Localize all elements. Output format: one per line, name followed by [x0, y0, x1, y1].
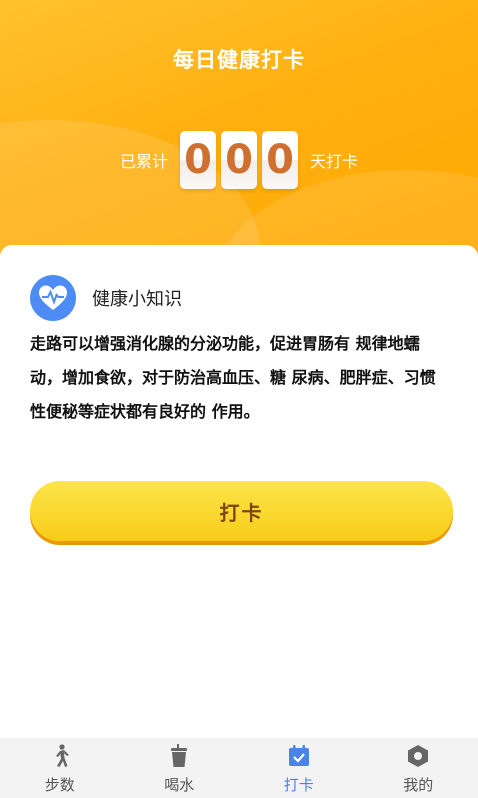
tip-title: 健康小知识 — [92, 289, 182, 310]
cup-icon — [167, 744, 191, 768]
walking-icon — [48, 744, 72, 768]
user-hexagon-icon — [406, 744, 430, 768]
tip-text: 走路可以增强消化腺的分泌功能，促进胃肠有 规律地蠕动，增加食欲，对于防治高血压、… — [30, 334, 436, 421]
tab-steps[interactable]: 步数 — [0, 738, 120, 798]
counter-prefix: 已累计 — [119, 152, 168, 171]
heart-pulse-icon — [30, 275, 76, 321]
counter-digit: 0 — [262, 131, 298, 189]
tab-mine[interactable]: 我的 — [359, 738, 478, 798]
page-title: 每日健康打卡 — [173, 48, 305, 72]
counter-suffix: 天打卡 — [310, 152, 359, 171]
checkin-button[interactable]: 打卡 — [30, 481, 453, 541]
tab-checkin[interactable]: 打卡 — [239, 738, 359, 798]
tab-water[interactable]: 喝水 — [120, 738, 240, 798]
counter-digits: 0 0 0 — [180, 131, 298, 189]
tab-label: 我的 — [403, 776, 434, 794]
counter-digit: 0 — [221, 131, 257, 189]
tip-header: 健康小知识 — [30, 275, 182, 321]
bottom-tab-bar: 步数 喝水 打卡 我的 — [0, 738, 478, 798]
header-banner: 每日健康打卡 已累计 0 0 0 天打卡 — [0, 0, 478, 270]
checkin-counter: 已累计 0 0 0 天打卡 — [0, 130, 478, 190]
tab-label: 喝水 — [164, 776, 195, 794]
calendar-check-icon — [287, 744, 311, 768]
tab-label: 步数 — [44, 776, 75, 794]
tab-label: 打卡 — [283, 776, 314, 794]
health-tip-card: 健康小知识 走路可以增强消化腺的分泌功能，促进胃肠有 规律地蠕动，增加食欲，对于… — [0, 245, 478, 740]
counter-digit: 0 — [180, 131, 216, 189]
